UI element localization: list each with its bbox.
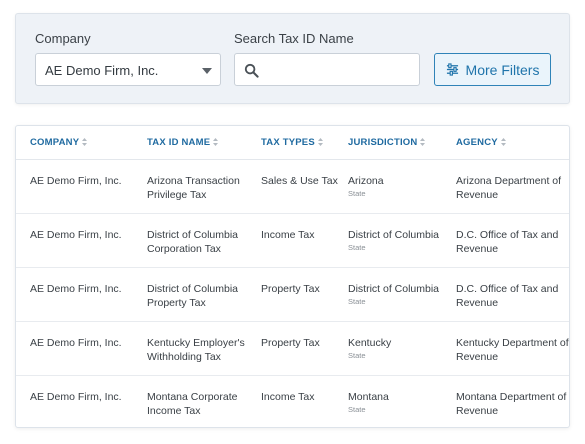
more-filters-button[interactable]: More Filters bbox=[434, 53, 551, 86]
sliders-icon bbox=[446, 63, 458, 76]
jurisdiction-name: Arizona bbox=[348, 174, 384, 187]
search-icon bbox=[244, 63, 259, 78]
company-select-value: AE Demo Firm, Inc. bbox=[45, 63, 159, 78]
cell-company: AE Demo Firm, Inc. bbox=[16, 321, 147, 376]
sort-icon bbox=[213, 138, 219, 147]
cell-tax-id-name: District of Columbia Corporation Tax bbox=[147, 213, 261, 268]
cell-jurisdiction: Kentucky State bbox=[348, 321, 456, 376]
search-field[interactable] bbox=[234, 53, 420, 86]
table-row[interactable]: AE Demo Firm, Inc. Arizona Transaction P… bbox=[16, 159, 569, 214]
jurisdiction-name: District of Columbia bbox=[348, 282, 440, 295]
cell-agency: Arizona Department of Revenue bbox=[456, 159, 569, 214]
column-header-company[interactable]: COMPANY bbox=[16, 126, 147, 160]
column-header-tax-id-name[interactable]: TAX ID NAME bbox=[147, 126, 261, 160]
jurisdiction-level: State bbox=[348, 188, 366, 198]
table-row[interactable]: AE Demo Firm, Inc. Montana Corporate Inc… bbox=[16, 375, 569, 427]
cell-jurisdiction: District of Columbia State bbox=[348, 267, 456, 322]
jurisdiction-name: District of Columbia bbox=[348, 228, 440, 241]
column-header-agency[interactable]: AGENCY bbox=[456, 126, 569, 160]
company-label: Company bbox=[35, 31, 91, 46]
cell-tax-types: Property Tax bbox=[261, 321, 348, 376]
cell-company: AE Demo Firm, Inc. bbox=[16, 159, 147, 214]
search-label: Search Tax ID Name bbox=[234, 31, 354, 46]
company-select[interactable]: AE Demo Firm, Inc. bbox=[35, 53, 221, 86]
cell-agency: Kentucky Department of Revenue bbox=[456, 321, 569, 376]
cell-tax-id-name: Montana Corporate Income Tax bbox=[147, 390, 238, 417]
cell-tax-id-name: Arizona Transaction Privilege Tax bbox=[147, 159, 261, 214]
sort-icon bbox=[500, 138, 506, 147]
cell-tax-types: Sales & Use Tax bbox=[261, 159, 348, 214]
jurisdiction-level: State bbox=[348, 404, 366, 414]
table-row[interactable]: AE Demo Firm, Inc. Kentucky Employer's W… bbox=[16, 321, 569, 376]
chevron-down-icon bbox=[202, 68, 212, 74]
sort-icon bbox=[317, 138, 323, 147]
jurisdiction-name: Montana bbox=[348, 390, 389, 403]
tax-id-table-card: COMPANY TAX ID NAME TAX TYPES JURISDICTI… bbox=[15, 125, 570, 428]
cell-tax-types: Income Tax bbox=[261, 213, 348, 268]
cell-tax-id-name: District of Columbia Property Tax bbox=[147, 267, 261, 322]
cell-company: AE Demo Firm, Inc. bbox=[30, 390, 122, 403]
cell-tax-id-name: Kentucky Employer's Withholding Tax bbox=[147, 321, 261, 376]
cell-jurisdiction: District of Columbia State bbox=[348, 213, 456, 268]
sort-icon bbox=[82, 138, 88, 147]
cell-agency: D.C. Office of Tax and Revenue bbox=[456, 267, 569, 322]
column-header-jurisdiction[interactable]: JURISDICTION bbox=[348, 126, 456, 160]
cell-agency: Montana Department of Revenue bbox=[456, 390, 567, 417]
table-header-row: COMPANY TAX ID NAME TAX TYPES JURISDICTI… bbox=[16, 126, 569, 160]
cell-jurisdiction: Arizona State bbox=[348, 159, 456, 214]
search-input[interactable] bbox=[265, 54, 415, 85]
cell-tax-types: Property Tax bbox=[261, 267, 348, 322]
filter-panel: Company AE Demo Firm, Inc. Search Tax ID… bbox=[15, 13, 570, 104]
jurisdiction-level: State bbox=[348, 350, 366, 360]
tax-id-table: COMPANY TAX ID NAME TAX TYPES JURISDICTI… bbox=[16, 126, 569, 427]
jurisdiction-level: State bbox=[348, 242, 366, 252]
sort-icon bbox=[420, 138, 426, 147]
jurisdiction-name: Kentucky bbox=[348, 336, 392, 349]
table-row[interactable]: AE Demo Firm, Inc. District of Columbia … bbox=[16, 213, 569, 268]
more-filters-label: More Filters bbox=[465, 61, 540, 78]
table-row[interactable]: AE Demo Firm, Inc. District of Columbia … bbox=[16, 267, 569, 322]
cell-company: AE Demo Firm, Inc. bbox=[16, 213, 147, 268]
cell-jurisdiction: Montana State bbox=[348, 375, 456, 427]
cell-tax-types: Income Tax bbox=[261, 390, 315, 403]
cell-agency: D.C. Office of Tax and Revenue bbox=[456, 213, 569, 268]
jurisdiction-level: State bbox=[348, 296, 366, 306]
column-header-tax-types[interactable]: TAX TYPES bbox=[261, 126, 348, 160]
cell-company: AE Demo Firm, Inc. bbox=[16, 267, 147, 322]
